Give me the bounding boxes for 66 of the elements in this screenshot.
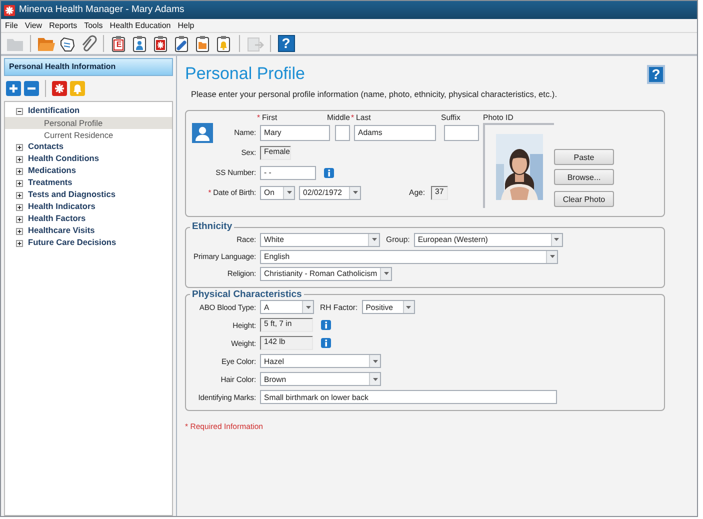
caret-icon <box>554 238 560 242</box>
tree-item[interactable]: Identification <box>28 106 80 116</box>
expand-icon[interactable] <box>16 228 23 234</box>
add-icon[interactable] <box>6 81 21 96</box>
expand-icon[interactable] <box>16 192 23 198</box>
expand-icon[interactable] <box>16 144 23 150</box>
clipboard-icon[interactable] <box>215 34 233 52</box>
caret-icon <box>286 191 292 194</box>
info-icon[interactable] <box>321 320 331 330</box>
menu-item[interactable]: Tools <box>84 20 103 30</box>
photo-button[interactable]: Clear Photo <box>554 191 614 208</box>
section-title: Ethnicity <box>191 222 234 232</box>
clipboard-icon[interactable] <box>152 34 170 52</box>
caret-icon <box>372 238 376 242</box>
toolbar-letter: E <box>115 40 123 50</box>
caret-icon <box>384 272 388 276</box>
remove-icon[interactable] <box>24 81 39 96</box>
tree-item[interactable]: Health Conditions <box>28 154 99 164</box>
expand-icon[interactable] <box>16 156 23 162</box>
caret-icon <box>306 306 310 309</box>
clipboard-icon[interactable] <box>110 34 128 52</box>
clipboard-icon[interactable] <box>131 34 149 52</box>
clipboard-icon[interactable] <box>194 34 212 52</box>
window-title: Minerva Health Manager - Mary Adams <box>19 4 184 16</box>
instruction-text: Please enter your personal profile information (name, photo, ethnicity, physical characteristics, etc.). <box>191 90 558 100</box>
menu-item[interactable]: Reports <box>49 20 78 30</box>
clipboard-icon[interactable] <box>173 34 191 52</box>
photo-button[interactable]: Browse... <box>554 169 614 186</box>
caret-icon <box>550 255 554 258</box>
help-button[interactable]: ? <box>277 34 295 52</box>
menu-item[interactable]: Health Education <box>110 20 171 30</box>
person-icon <box>192 122 213 143</box>
caret-icon <box>372 378 378 381</box>
tree-item[interactable]: Health Factors <box>28 214 86 224</box>
expand-icon[interactable] <box>16 168 23 174</box>
input-field[interactable] <box>335 124 350 141</box>
menu-item[interactable]: File <box>5 20 18 30</box>
info-icon[interactable] <box>321 338 331 348</box>
tree-item[interactable]: Personal Profile <box>5 117 172 129</box>
menu-item[interactable]: Help <box>178 20 194 30</box>
menu-item[interactable]: View <box>24 20 42 30</box>
info-icon[interactable] <box>324 168 334 178</box>
tree-item[interactable]: Contacts <box>28 142 64 152</box>
photo-button[interactable]: Paste <box>554 149 614 166</box>
caret-icon <box>406 306 412 309</box>
expand-icon[interactable] <box>16 216 23 222</box>
expand-icon[interactable] <box>16 180 23 186</box>
panel-header: Personal Health Information <box>4 58 173 76</box>
medical-icon[interactable] <box>52 81 67 96</box>
tree-item[interactable]: Current Residence <box>5 129 172 141</box>
tree-item[interactable]: Tests and Diagnostics <box>28 190 116 200</box>
page-title: Personal Profile <box>185 64 306 84</box>
input-field[interactable] <box>444 124 479 141</box>
tree-item[interactable]: Future Care Decisions <box>28 238 116 248</box>
app-icon <box>4 4 15 16</box>
expand-icon[interactable] <box>16 240 23 246</box>
expand-icon[interactable] <box>16 204 23 210</box>
section-title: Physical Characteristics <box>191 290 303 300</box>
tree-item[interactable]: Medications <box>28 166 76 176</box>
collapse-icon[interactable] <box>16 108 23 114</box>
caret-icon <box>352 191 358 194</box>
help-button[interactable]: ? <box>647 65 665 84</box>
caret-icon <box>372 360 378 363</box>
tree-item[interactable]: Healthcare Visits <box>28 226 95 236</box>
tree-item[interactable]: Treatments <box>28 178 72 188</box>
tree-item[interactable]: Health Indicators <box>28 202 96 212</box>
